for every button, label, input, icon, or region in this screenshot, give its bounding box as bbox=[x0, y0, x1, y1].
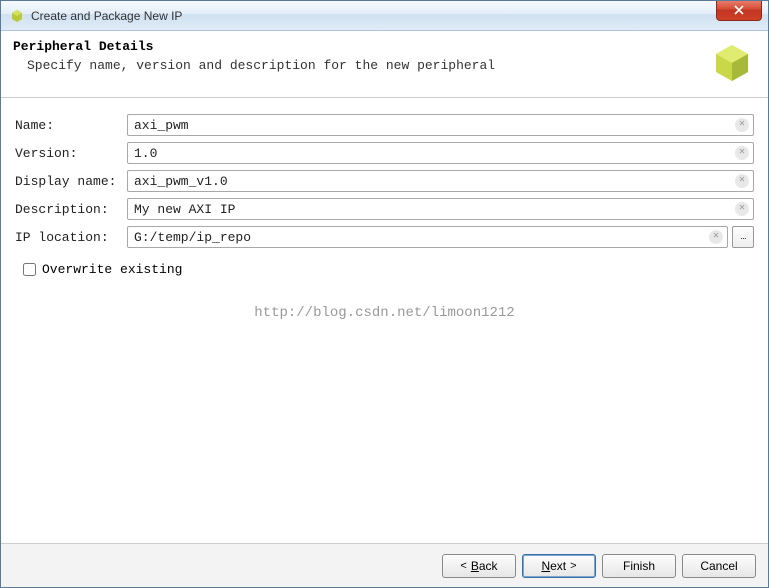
ellipsis-icon: … bbox=[741, 233, 745, 241]
next-label-rest: ext bbox=[550, 559, 566, 573]
row-version: Version: ✕ bbox=[15, 142, 754, 164]
back-label-rest: ack bbox=[479, 559, 498, 573]
clear-icon[interactable]: ✕ bbox=[735, 202, 749, 216]
clear-icon[interactable]: ✕ bbox=[735, 118, 749, 132]
overwrite-checkbox[interactable] bbox=[23, 263, 36, 276]
header-text: Peripheral Details Specify name, version… bbox=[13, 39, 700, 73]
form-area: Name: ✕ Version: ✕ Display name: ✕ Descr… bbox=[1, 98, 768, 543]
back-button[interactable]: < Back bbox=[442, 554, 516, 578]
header-subtitle: Specify name, version and description fo… bbox=[13, 58, 700, 73]
cancel-button[interactable]: Cancel bbox=[682, 554, 756, 578]
chevron-right-icon: > bbox=[570, 560, 576, 572]
browse-button[interactable]: … bbox=[732, 226, 754, 248]
label-ip-location: IP location: bbox=[15, 230, 127, 245]
row-ip-location: IP location: ✕ … bbox=[15, 226, 754, 248]
chevron-left-icon: < bbox=[460, 560, 466, 572]
cancel-label: Cancel bbox=[700, 559, 737, 573]
vivado-logo-icon bbox=[708, 39, 756, 87]
label-display-name: Display name: bbox=[15, 174, 127, 189]
row-name: Name: ✕ bbox=[15, 114, 754, 136]
row-description: Description: ✕ bbox=[15, 198, 754, 220]
header-title: Peripheral Details bbox=[13, 39, 700, 54]
label-name: Name: bbox=[15, 118, 127, 133]
titlebar: Create and Package New IP bbox=[1, 1, 768, 31]
name-input[interactable] bbox=[127, 114, 754, 136]
clear-icon[interactable]: ✕ bbox=[735, 174, 749, 188]
app-icon bbox=[9, 8, 25, 24]
clear-icon[interactable]: ✕ bbox=[709, 230, 723, 244]
footer-bar: < Back Next > Finish Cancel bbox=[1, 543, 768, 587]
header-section: Peripheral Details Specify name, version… bbox=[1, 31, 768, 98]
row-display-name: Display name: ✕ bbox=[15, 170, 754, 192]
close-button[interactable] bbox=[716, 1, 762, 21]
description-input[interactable] bbox=[127, 198, 754, 220]
watermark-text: http://blog.csdn.net/limoon1212 bbox=[15, 305, 754, 321]
close-icon bbox=[734, 5, 744, 15]
row-overwrite: Overwrite existing bbox=[23, 262, 754, 277]
clear-icon[interactable]: ✕ bbox=[735, 146, 749, 160]
label-overwrite: Overwrite existing bbox=[42, 262, 182, 277]
label-description: Description: bbox=[15, 202, 127, 217]
next-button[interactable]: Next > bbox=[522, 554, 596, 578]
display-name-input[interactable] bbox=[127, 170, 754, 192]
dialog-window: Create and Package New IP Peripheral Det… bbox=[0, 0, 769, 588]
finish-button[interactable]: Finish bbox=[602, 554, 676, 578]
ip-location-input[interactable] bbox=[127, 226, 728, 248]
label-version: Version: bbox=[15, 146, 127, 161]
version-input[interactable] bbox=[127, 142, 754, 164]
finish-label: Finish bbox=[623, 559, 655, 573]
window-title: Create and Package New IP bbox=[31, 9, 716, 23]
